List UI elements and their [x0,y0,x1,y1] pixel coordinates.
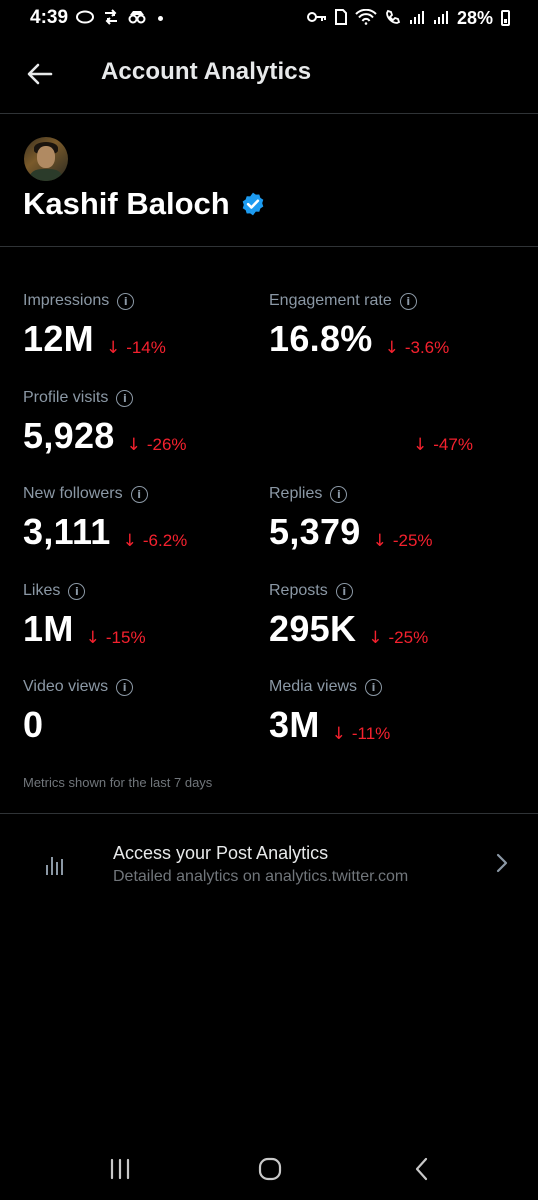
down-arrow-icon: ↓ [126,435,141,455]
down-arrow-icon: ↓ [105,338,121,358]
info-icon[interactable]: i [330,485,348,503]
down-arrow-icon: ↓ [368,628,383,648]
metric-value: 5,379 [269,511,361,552]
chevron-right-icon [496,853,508,873]
metric-label: New followers [23,485,123,502]
down-arrow-icon: ↓ [384,338,399,358]
metrics-period-note: Metrics shown for the last 7 days [23,775,213,790]
info-icon[interactable]: i [399,292,417,310]
info-icon[interactable]: i [68,582,86,600]
metric-change: ↓ -47% [413,435,473,455]
messages-icon [76,10,95,27]
metric-value: 12M [23,318,94,359]
metric-label: Replies [269,485,323,502]
status-right: 28% [306,7,510,29]
app-header: Account Analytics [0,40,538,112]
metric-likes[interactable]: Likes i 1M ↓ -15% [23,582,146,650]
metric-change: ↓ -26% [126,435,187,455]
metric-value: 0 [23,704,44,745]
system-nav-bar [0,1140,538,1200]
metric-change: ↓ -25% [372,531,433,551]
verified-badge-icon [242,192,264,216]
metric-replies[interactable]: Replies i 5,379 ↓ -25% [269,485,433,553]
metric-label: Video views [23,678,109,695]
status-bar: 4:39 28% [0,0,538,36]
sim-icon [334,8,347,28]
metric-video-views[interactable]: Video views i 0 [23,678,134,746]
status-time: 4:39 [30,7,69,28]
metric-change: ↓ -15% [85,628,146,648]
info-icon[interactable]: i [116,678,134,696]
metric-label: Impressions [23,292,110,309]
back-arrow-icon [27,63,53,85]
metric-change: ↓ -3.6% [384,338,450,358]
notification-dot [158,15,164,21]
metric-value: 1M [23,608,74,649]
info-icon[interactable]: i [335,582,353,600]
metric-change: ↓ -6.2% [122,531,188,551]
battery-icon [501,10,510,26]
profile-name-row: Kashif Baloch [23,186,266,222]
system-back-button[interactable] [402,1152,442,1186]
metric-engagement-rate[interactable]: Engagement rate i 16.8% ↓ -3.6% [269,292,449,360]
info-icon[interactable]: i [116,389,134,407]
metric-hidden[interactable]: ↓ -47% [413,433,473,455]
metric-new-followers[interactable]: New followers i 3,111 ↓ -6.2% [23,485,187,553]
metric-value: 295K [269,608,357,649]
home-button[interactable] [250,1152,290,1186]
metric-label: Engagement rate [269,292,392,309]
metric-value: 3,111 [23,511,111,552]
profile-name: Kashif Baloch [23,186,230,221]
metric-profile-visits[interactable]: Profile visits i 5,928 ↓ -26% [23,389,187,457]
info-icon[interactable]: i [117,292,135,310]
home-icon [258,1157,282,1181]
down-arrow-icon: ↓ [372,531,387,551]
post-analytics-link[interactable]: Access your Post Analytics Detailed anal… [0,829,538,901]
metric-label: Profile visits [23,389,109,406]
signal-icon [409,10,425,27]
bar-chart-icon [46,853,68,875]
battery-percent: 28% [456,7,493,28]
back-button[interactable] [22,56,58,92]
metric-value: 3M [269,704,320,745]
down-arrow-icon: ↓ [85,628,100,648]
metric-reposts[interactable]: Reposts i 295K ↓ -25% [269,582,428,650]
metric-label: Likes [23,582,61,599]
signal-2-icon [433,10,449,27]
metric-value: 16.8% [269,318,373,359]
recent-apps-button[interactable] [100,1152,140,1186]
repost-notification-icon [102,8,120,28]
info-icon[interactable]: i [130,485,148,503]
avatar[interactable] [24,137,68,181]
post-analytics-subtitle: Detailed analytics on analytics.twitter.… [113,868,409,885]
info-icon[interactable]: i [365,678,383,696]
profile-divider [0,246,538,247]
metric-change: ↓ -25% [368,628,429,648]
volte-call-icon [385,9,401,28]
system-back-icon [415,1157,428,1181]
metric-label: Reposts [269,582,328,599]
wifi-icon [355,8,377,28]
metric-media-views[interactable]: Media views i 3M ↓ -11% [269,678,390,746]
metric-change: ↓ -14% [105,338,166,358]
metric-change: ↓ -11% [331,724,391,744]
metric-value: 5,928 [23,415,115,456]
metrics-divider [0,813,538,814]
header-divider [0,113,538,114]
down-arrow-icon: ↓ [122,531,137,551]
vpn-key-icon [306,11,327,26]
page-title: Account Analytics [101,58,312,85]
down-arrow-icon: ↓ [413,435,428,455]
metric-impressions[interactable]: Impressions i 12M ↓ -14% [23,292,166,360]
recent-apps-icon [110,1158,130,1180]
down-arrow-icon: ↓ [331,724,346,744]
status-left: 4:39 [30,7,164,29]
incognito-icon [128,10,146,27]
post-analytics-title: Access your Post Analytics [113,843,329,863]
metric-label: Media views [269,678,358,695]
